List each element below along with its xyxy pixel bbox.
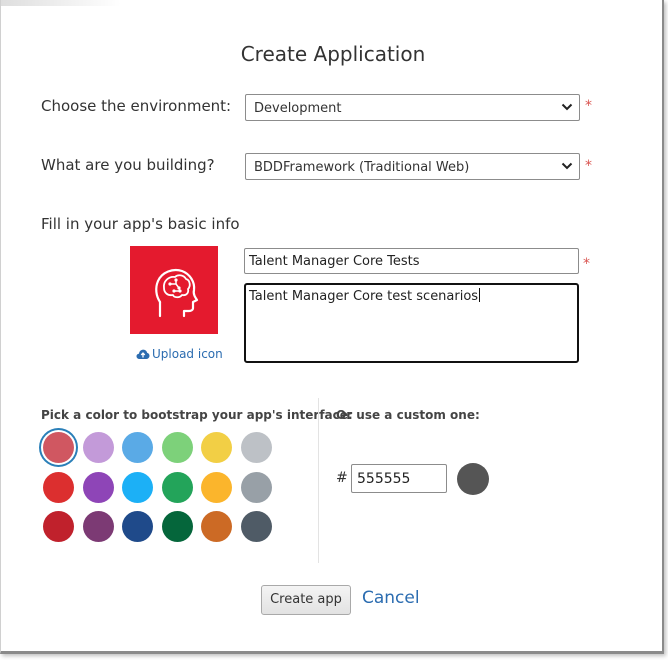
color-swatch[interactable]	[201, 432, 232, 463]
required-asterisk: *	[585, 98, 592, 114]
color-swatch[interactable]	[82, 511, 114, 542]
basic-info-label: Fill in your app's basic info	[41, 215, 240, 233]
color-swatch[interactable]	[43, 511, 74, 542]
app-type-select-value: BDDFramework (Traditional Web)	[254, 160, 470, 175]
custom-color-input[interactable]: 555555	[351, 464, 447, 493]
dialog-title: Create Application	[240, 42, 426, 66]
color-swatch[interactable]	[43, 432, 74, 463]
upload-icon-label: Upload icon	[152, 347, 223, 361]
building-label: What are you building?	[41, 156, 215, 174]
chevron-down-icon	[561, 162, 573, 170]
color-swatch[interactable]	[82, 432, 114, 463]
custom-color-value: 555555	[357, 471, 411, 487]
color-swatch[interactable]	[82, 471, 114, 503]
color-section-divider	[318, 398, 319, 563]
cloud-upload-icon	[136, 349, 150, 359]
brain-head-icon	[155, 268, 199, 318]
app-description-textarea[interactable]: Talent Manager Core test scenarios	[244, 283, 579, 363]
environment-select[interactable]: Development	[245, 94, 580, 121]
required-asterisk: *	[583, 256, 590, 272]
app-type-select[interactable]: BDDFramework (Traditional Web)	[245, 153, 580, 180]
create-app-button[interactable]: Create app	[261, 585, 351, 615]
app-icon-preview[interactable]	[130, 246, 218, 334]
color-swatch[interactable]	[201, 471, 232, 503]
app-description-value: Talent Manager Core test scenarios	[249, 289, 479, 304]
color-swatch[interactable]	[201, 511, 232, 542]
color-swatch[interactable]	[161, 471, 193, 503]
upload-icon-link[interactable]: Upload icon	[136, 347, 223, 361]
color-swatch[interactable]	[240, 471, 272, 503]
app-name-input[interactable]: Talent Manager Core Tests	[244, 248, 579, 274]
app-name-value: Talent Manager Core Tests	[249, 254, 420, 269]
text-cursor	[479, 288, 481, 302]
pick-color-label: Pick a color to bootstrap your app's int…	[41, 408, 353, 422]
color-swatch[interactable]	[161, 432, 193, 463]
color-swatch[interactable]	[122, 511, 153, 542]
cancel-link[interactable]: Cancel	[362, 588, 420, 608]
chevron-down-icon	[561, 103, 573, 111]
top-edge-shadow	[1, 0, 121, 6]
environment-select-value: Development	[254, 101, 342, 116]
create-application-dialog: Create Application Choose the environmen…	[0, 0, 664, 654]
color-swatch[interactable]	[122, 432, 153, 463]
environment-label: Choose the environment:	[41, 97, 232, 115]
custom-color-preview	[457, 463, 489, 495]
color-swatch[interactable]	[161, 511, 193, 542]
custom-color-label: Or use a custom one:	[336, 408, 480, 422]
color-swatch[interactable]	[240, 432, 272, 463]
color-swatch[interactable]	[122, 471, 153, 503]
color-swatch[interactable]	[43, 471, 74, 503]
required-asterisk: *	[585, 158, 592, 174]
color-swatch[interactable]	[240, 511, 272, 542]
hash-symbol: #	[336, 470, 348, 486]
